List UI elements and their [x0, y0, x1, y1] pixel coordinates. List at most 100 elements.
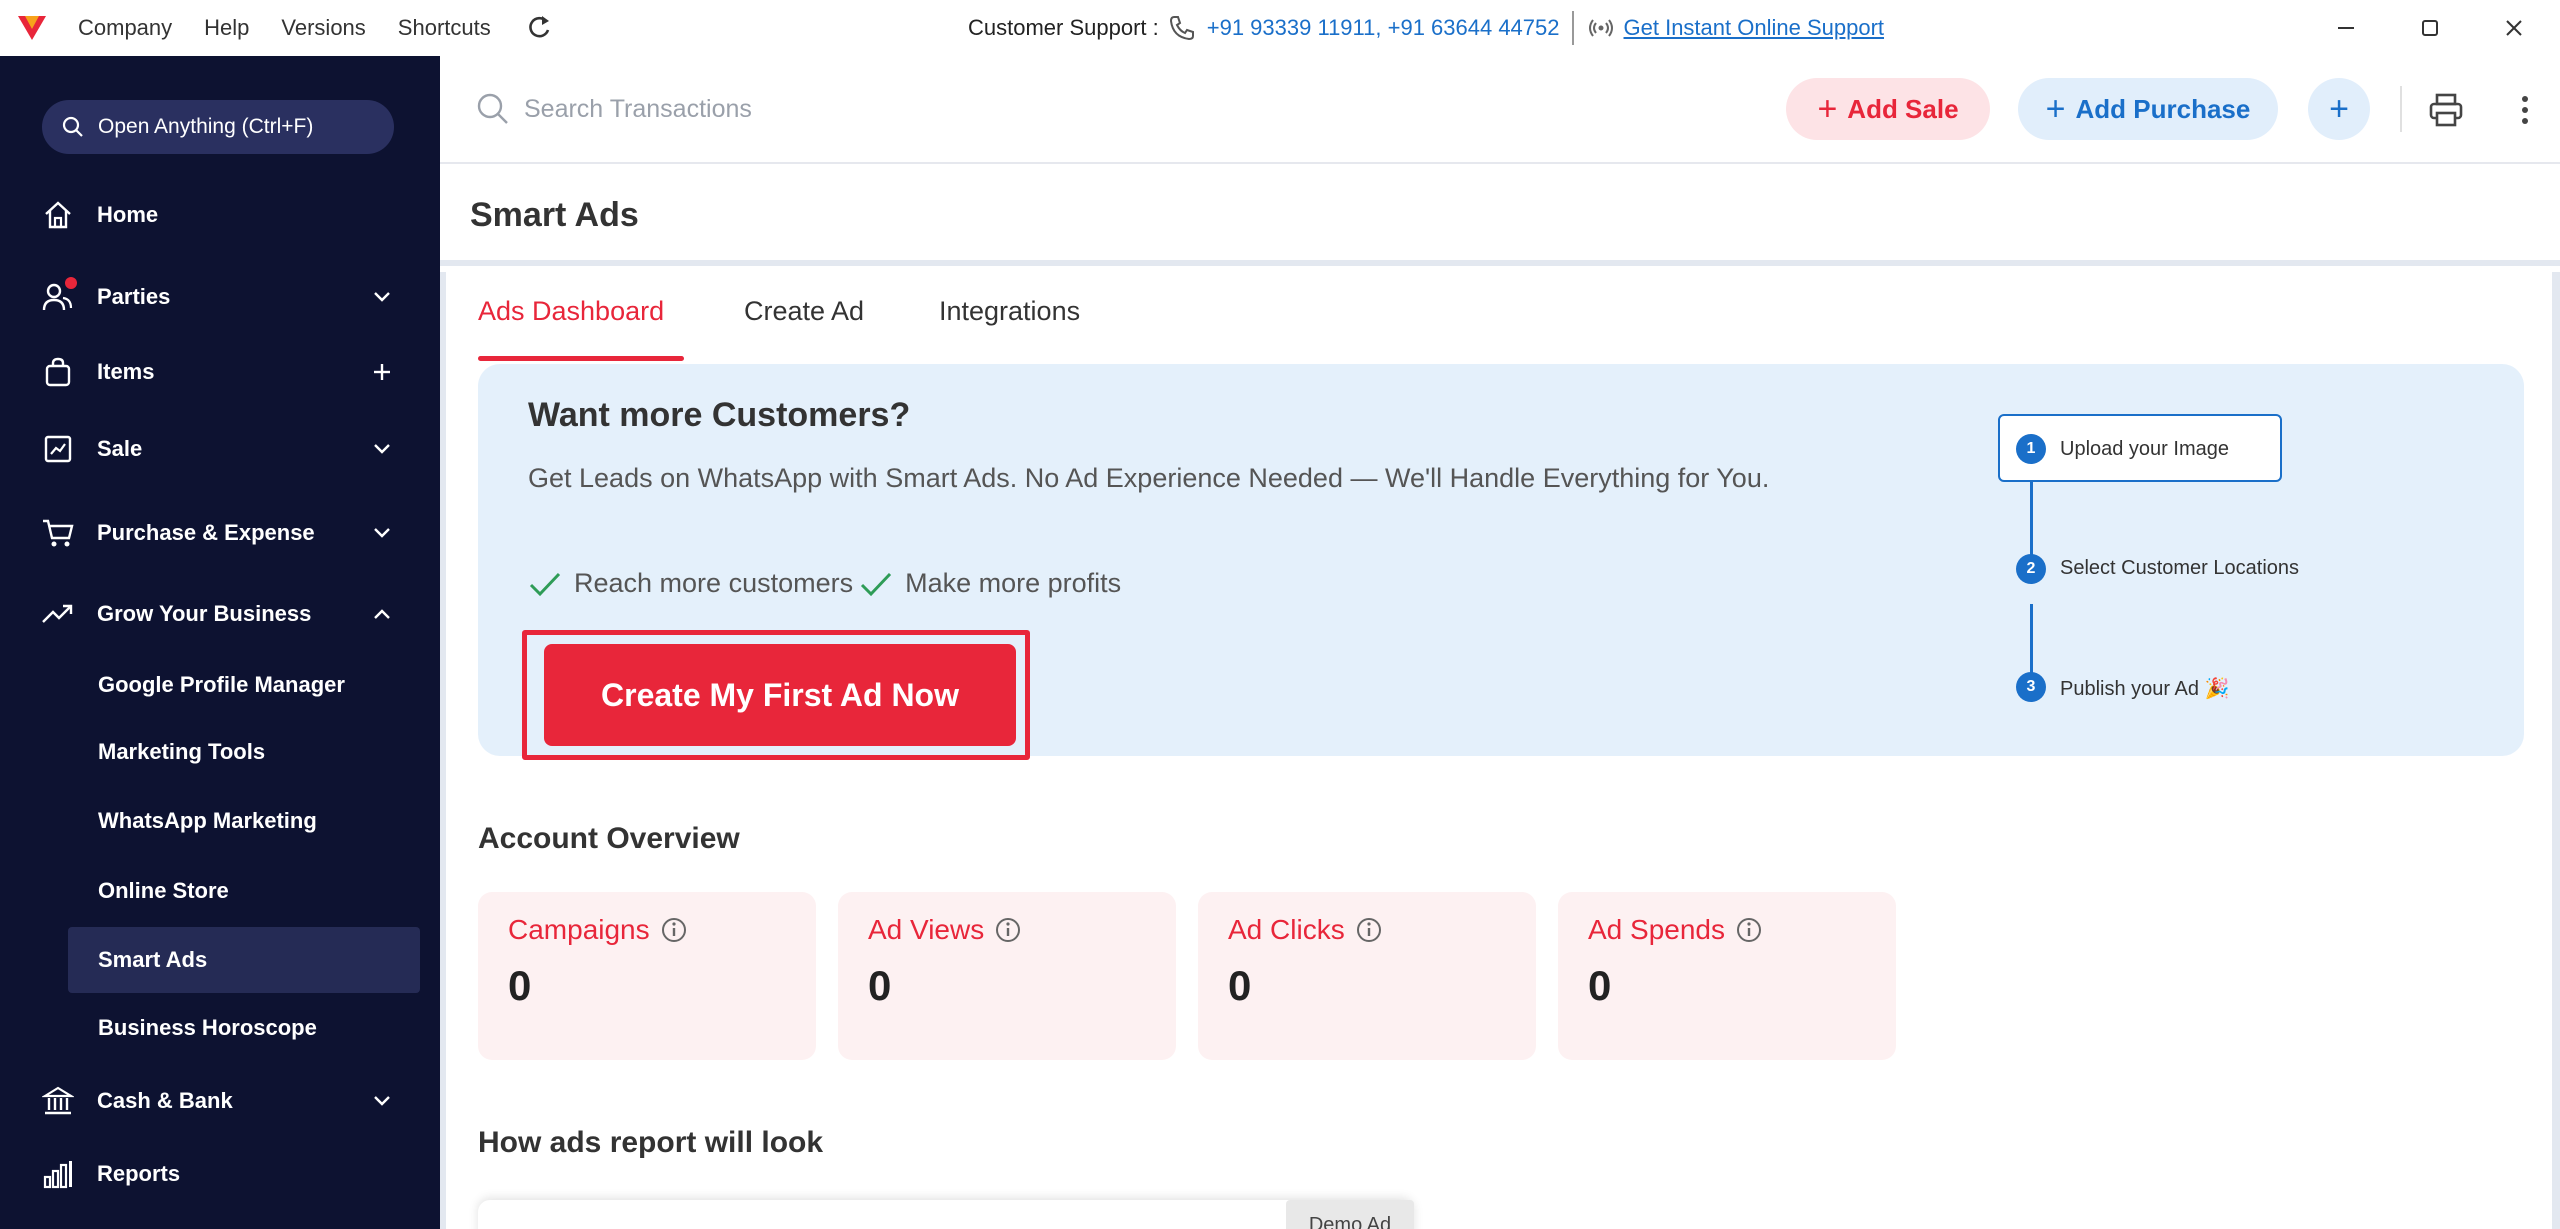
reports-icon — [40, 1156, 76, 1192]
sidebar-subitem-smart-ads[interactable]: Smart Ads — [68, 927, 420, 993]
menu-help[interactable]: Help — [204, 15, 249, 41]
close-icon — [2506, 20, 2522, 36]
check-icon — [529, 572, 561, 596]
sidebar-item-parties[interactable]: Parties — [0, 267, 440, 327]
sidebar-item-label: Reports — [97, 1161, 181, 1186]
maximize-icon — [2422, 20, 2438, 36]
stat-label-text: Ad Views — [868, 914, 985, 945]
sidebar-subitem-google-profile-manager[interactable]: Google Profile Manager — [68, 652, 420, 718]
search-icon — [477, 93, 508, 124]
demo-ad-badge: Demo Ad — [1286, 1200, 1414, 1229]
plus-icon: + — [1817, 89, 1838, 128]
maximize-button[interactable] — [2390, 0, 2470, 56]
broadcast-icon — [1588, 19, 1613, 37]
home-icon — [40, 197, 76, 233]
benefit-reach: Reach more customers — [574, 568, 854, 598]
info-icon[interactable] — [660, 916, 688, 944]
add-purchase-button[interactable]: + Add Purchase — [2018, 78, 2278, 140]
minimize-button[interactable] — [2306, 0, 2386, 56]
minimize-icon — [2338, 27, 2354, 29]
chevron-down-icon[interactable] — [370, 437, 394, 461]
active-tab-indicator — [478, 356, 684, 361]
search-placeholder: Search Transactions — [524, 94, 752, 123]
tab-integrations[interactable]: Integrations — [939, 296, 1080, 352]
add-more-button[interactable]: + — [2308, 78, 2370, 140]
support-label: Customer Support : — [968, 15, 1159, 40]
trend-icon — [40, 596, 76, 632]
app-logo-icon — [18, 16, 46, 40]
open-anything-label: Open Anything (Ctrl+F) — [98, 115, 314, 138]
sidebar-subitem-label: Google Profile Manager — [98, 672, 345, 697]
sale-icon — [40, 431, 76, 467]
open-anything-search[interactable]: Open Anything (Ctrl+F) — [42, 100, 394, 154]
sidebar-item-grow-your-business[interactable]: Grow Your Business — [0, 584, 440, 644]
step-label: Upload your Image — [2060, 438, 2229, 460]
sidebar-item-cash-bank[interactable]: Cash & Bank — [0, 1071, 440, 1131]
support-phones[interactable]: +91 93339 11911, +91 63644 44752 — [1207, 15, 1560, 41]
chevron-down-icon[interactable] — [370, 1089, 394, 1113]
sidebar-item-label: Home — [97, 202, 159, 227]
search-icon — [62, 116, 83, 137]
stat-card-ad-clicks: Ad Clicks 0 — [1198, 892, 1536, 1060]
banner-benefits: Reach more customers Make more profits — [528, 568, 1121, 599]
stat-label-text: Ad Spends — [1588, 914, 1725, 945]
step-label: Select Customer Locations — [2060, 557, 2300, 579]
sidebar-item-label: Grow Your Business — [97, 601, 312, 626]
step-number: 2 — [2016, 554, 2046, 584]
print-icon[interactable] — [2426, 90, 2466, 130]
sidebar-subitem-online-store[interactable]: Online Store — [68, 858, 420, 924]
sidebar-subitem-label: Marketing Tools — [98, 739, 266, 764]
sidebar-item-label: Purchase & Expense — [97, 520, 315, 545]
cart-icon — [40, 515, 76, 551]
divider — [1571, 11, 1574, 45]
plus-icon[interactable] — [370, 360, 394, 384]
sidebar-item-items[interactable]: Items — [0, 342, 440, 402]
sidebar-subitem-marketing-tools[interactable]: Marketing Tools — [68, 719, 420, 785]
chevron-down-icon[interactable] — [370, 285, 394, 309]
menu-shortcuts[interactable]: Shortcuts — [398, 15, 491, 41]
stat-label: Ad Clicks — [1228, 914, 1383, 946]
kebab-icon — [2522, 96, 2528, 124]
info-icon[interactable] — [994, 916, 1022, 944]
more-options-button[interactable] — [2510, 88, 2540, 132]
sidebar-subitem-whatsapp-marketing[interactable]: WhatsApp Marketing — [68, 788, 420, 854]
add-purchase-label: Add Purchase — [2075, 93, 2251, 124]
tab-create-ad[interactable]: Create Ad — [744, 296, 864, 352]
sidebar-item-label: Cash & Bank — [97, 1088, 233, 1113]
stat-label: Ad Views — [868, 914, 1022, 946]
content-border-right — [2552, 272, 2560, 1229]
add-sale-button[interactable]: + Add Sale — [1786, 78, 1990, 140]
sidebar-item-purchase-expense[interactable]: Purchase & Expense — [0, 503, 440, 563]
step-number: 3 — [2016, 672, 2046, 702]
search-transactions[interactable]: Search Transactions — [476, 84, 752, 134]
ad-steps: 1 Upload your Image 2 Select Customer Lo… — [1998, 414, 2498, 714]
chevron-down-icon[interactable] — [370, 521, 394, 545]
sidebar-item-label: Items — [97, 359, 155, 384]
account-overview-title: Account Overview — [478, 822, 740, 855]
sidebar-item-reports[interactable]: Reports — [0, 1144, 440, 1204]
tab-ads-dashboard[interactable]: Ads Dashboard — [478, 296, 664, 352]
refresh-icon[interactable] — [526, 13, 552, 43]
close-button[interactable] — [2474, 0, 2554, 56]
step-label: Publish your Ad 🎉 — [2060, 678, 2230, 700]
report-preview-title: How ads report will look — [478, 1126, 824, 1159]
phone-icon — [1169, 16, 1194, 41]
create-first-ad-button[interactable]: Create My First Ad Now — [544, 644, 1016, 746]
banner-description: Get Leads on WhatsApp with Smart Ads. No… — [528, 463, 1770, 493]
content-border-left — [440, 272, 446, 1229]
sidebar-subitem-business-horoscope[interactable]: Business Horoscope — [68, 995, 420, 1061]
sidebar-subitem-label: Smart Ads — [98, 947, 208, 972]
bank-icon — [40, 1083, 76, 1119]
sidebar-item-home[interactable]: Home — [0, 185, 440, 245]
stat-label: Ad Spends — [1588, 914, 1763, 946]
online-support-link[interactable]: Get Instant Online Support — [1624, 15, 1885, 41]
sidebar-item-sale[interactable]: Sale — [0, 419, 440, 479]
benefit-profits: Make more profits — [905, 568, 1122, 598]
sidebar-subitem-label: Business Horoscope — [98, 1015, 317, 1040]
info-icon[interactable] — [1735, 916, 1763, 944]
menu-company[interactable]: Company — [78, 15, 172, 41]
chevron-up-icon[interactable] — [370, 602, 394, 626]
menu-versions[interactable]: Versions — [281, 15, 365, 41]
top-toolbar: Search Transactions + Add Sale + Add Pur… — [440, 56, 2560, 164]
info-icon[interactable] — [1355, 916, 1383, 944]
